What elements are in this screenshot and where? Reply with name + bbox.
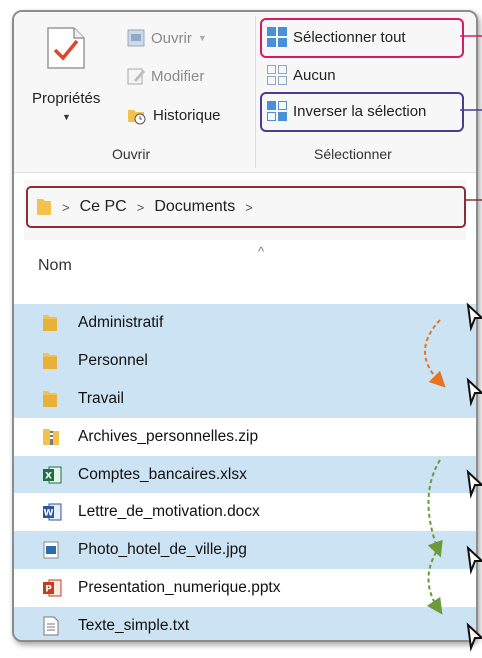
select-all-icon bbox=[267, 27, 287, 47]
properties-checkmark-icon bbox=[47, 27, 85, 69]
modify-button[interactable]: Modifier bbox=[126, 66, 204, 86]
folder-icon bbox=[42, 351, 58, 376]
file-list: Administratif Personnel Travail Archives_pe… bbox=[14, 304, 476, 640]
file-row[interactable]: Texte_simple.txt bbox=[14, 607, 476, 640]
properties-button[interactable]: Propriétés ▼ bbox=[28, 26, 108, 136]
history-icon bbox=[128, 110, 146, 125]
file-name: Texte_simple.txt bbox=[78, 617, 190, 635]
word-icon: W bbox=[42, 502, 62, 527]
svg-text:X: X bbox=[45, 471, 52, 481]
file-row[interactable]: Archives_personnelles.zip bbox=[14, 418, 476, 456]
file-row[interactable]: P Presentation_numerique.pptx bbox=[14, 569, 476, 607]
open-dropdown-icon: ▼ bbox=[197, 33, 207, 43]
group-select-label: Sélectionner bbox=[314, 146, 392, 162]
chevron-right-icon: > bbox=[136, 199, 145, 215]
file-name: Administratif bbox=[78, 313, 164, 331]
file-row[interactable]: W Lettre_de_motivation.docx bbox=[14, 493, 476, 531]
address-bar[interactable]: > Ce PC > Documents > bbox=[26, 186, 466, 228]
file-row[interactable]: Administratif bbox=[14, 304, 476, 342]
chevron-right-icon: > bbox=[62, 199, 70, 215]
edit-icon bbox=[127, 68, 145, 85]
group-open-label: Ouvrir bbox=[112, 146, 151, 162]
select-none-icon bbox=[267, 65, 287, 85]
folder-icon bbox=[37, 199, 51, 215]
file-name: Travail bbox=[78, 389, 124, 407]
powerpoint-icon: P bbox=[42, 578, 62, 603]
file-name: Comptes_bancaires.xlsx bbox=[78, 465, 247, 483]
folder-icon bbox=[42, 313, 58, 338]
open-button[interactable]: Ouvrir ▼ bbox=[126, 28, 207, 48]
excel-icon: X bbox=[42, 465, 62, 490]
sort-ascending-icon: ^ bbox=[258, 244, 265, 259]
file-row[interactable]: Travail bbox=[14, 379, 476, 418]
file-name: Photo_hotel_de_ville.jpg bbox=[78, 541, 247, 559]
ribbon: Propriétés ▼ Ouvrir ▼ Modifier Historique… bbox=[14, 12, 476, 173]
select-all-button[interactable]: Sélectionner tout bbox=[266, 26, 406, 48]
file-explorer-window: Propriétés ▼ Ouvrir ▼ Modifier Historique… bbox=[12, 10, 478, 642]
svg-text:W: W bbox=[44, 509, 54, 519]
file-row[interactable]: Personnel bbox=[14, 341, 476, 380]
column-header-name[interactable]: Nom bbox=[38, 257, 72, 275]
history-button[interactable]: Historique bbox=[126, 104, 221, 126]
breadcrumb-documents[interactable]: Documents bbox=[154, 198, 235, 216]
breadcrumb-this-pc[interactable]: Ce PC bbox=[80, 198, 127, 216]
svg-text:P: P bbox=[45, 585, 52, 595]
properties-label: Propriétés bbox=[32, 90, 101, 107]
ribbon-separator bbox=[255, 16, 256, 168]
file-name: Lettre_de_motivation.docx bbox=[78, 503, 260, 521]
properties-dropdown-icon: ▼ bbox=[62, 112, 71, 122]
select-none-button[interactable]: Aucun bbox=[266, 64, 336, 86]
file-name: Presentation_numerique.pptx bbox=[78, 579, 281, 597]
invert-selection-icon bbox=[267, 101, 287, 121]
text-file-icon bbox=[42, 616, 60, 640]
address-bar-area: > Ce PC > Documents > bbox=[24, 180, 466, 240]
open-icon bbox=[127, 29, 145, 47]
folder-icon bbox=[42, 389, 58, 414]
file-row[interactable]: Photo_hotel_de_ville.jpg bbox=[14, 531, 476, 570]
file-row[interactable]: X Comptes_bancaires.xlsx bbox=[14, 455, 476, 494]
image-icon bbox=[42, 540, 60, 565]
chevron-right-icon: > bbox=[245, 199, 253, 215]
file-name: Archives_personnelles.zip bbox=[78, 427, 259, 445]
file-name: Personnel bbox=[78, 351, 148, 369]
zip-folder-icon bbox=[42, 427, 60, 452]
invert-selection-button[interactable]: Inverser la sélection bbox=[266, 100, 426, 122]
